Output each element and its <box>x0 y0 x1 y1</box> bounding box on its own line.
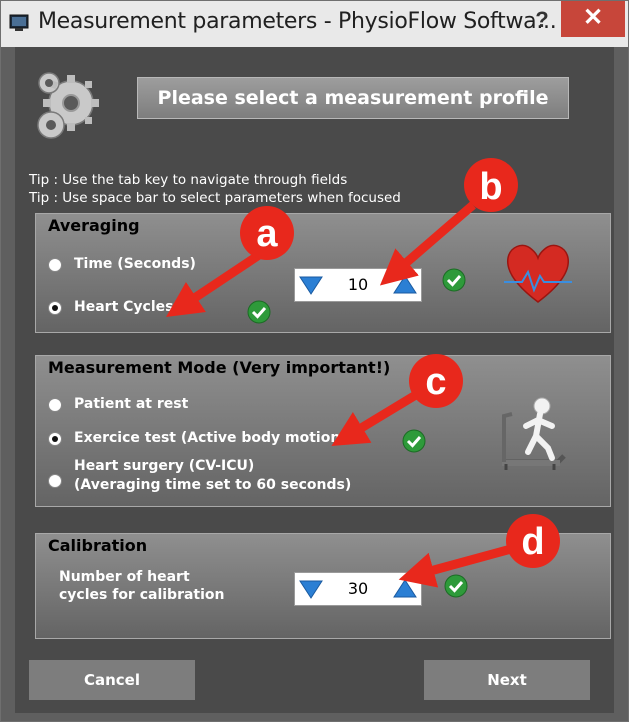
radio-patient-at-rest[interactable] <box>48 398 62 412</box>
radio-time-seconds-label[interactable]: Time (Seconds) <box>74 255 196 274</box>
calibration-cycles-spinner[interactable]: 30 <box>294 572 422 606</box>
tip-space-bar: Tip : Use space bar to select parameters… <box>29 190 401 206</box>
window-title: Measurement parameters - PhysioFlow Soft… <box>38 9 557 34</box>
measurement-mode-title: Measurement Mode (Very important!) <box>48 358 391 377</box>
averaging-title: Averaging <box>48 216 140 235</box>
averaging-cycles-value[interactable]: 10 <box>327 269 389 301</box>
check-calibration-icon <box>444 574 468 598</box>
radio-patient-at-rest-label[interactable]: Patient at rest <box>74 395 188 414</box>
decrement-arrow-icon[interactable] <box>299 579 323 599</box>
app-icon <box>9 14 29 31</box>
radio-heart-cycles[interactable] <box>48 301 62 315</box>
calibration-label-line2: cycles for calibration <box>59 587 225 603</box>
radio-heart-surgery-label[interactable]: Heart surgery (CV-ICU) <box>74 457 254 476</box>
calibration-label-line1: Number of heart <box>59 569 190 585</box>
increment-arrow-icon[interactable] <box>393 579 417 599</box>
increment-arrow-icon[interactable] <box>393 275 417 295</box>
help-button[interactable]: ? <box>529 5 555 35</box>
radio-exercise-test-label[interactable]: Exercice test (Active body motion) <box>74 429 347 448</box>
cancel-button[interactable]: Cancel <box>29 660 195 700</box>
decrement-arrow-icon[interactable] <box>299 275 323 295</box>
measurement-mode-panel: Measurement Mode (Very important!) Patie… <box>35 355 611 507</box>
dialog-content: Please select a measurement profile Tip … <box>15 47 614 713</box>
check-heart-cycles-icon <box>247 300 271 324</box>
averaging-panel: Averaging Time (Seconds) Heart Cycles 10 <box>35 213 611 333</box>
treadmill-runner-icon <box>502 397 566 470</box>
next-button[interactable]: Next <box>424 660 590 700</box>
select-profile-button[interactable]: Please select a measurement profile <box>137 77 569 119</box>
tip-tab-key: Tip : Use the tab key to navigate throug… <box>29 172 348 188</box>
averaging-cycles-spinner[interactable]: 10 <box>294 268 422 302</box>
radio-heart-cycles-label[interactable]: Heart Cycles <box>74 298 173 317</box>
check-averaging-value-icon <box>442 268 466 292</box>
calibration-title: Calibration <box>48 536 148 555</box>
title-bar: Measurement parameters - PhysioFlow Soft… <box>1 1 628 47</box>
radio-heart-surgery-sublabel[interactable]: (Averaging time set to 60 seconds) <box>74 476 351 495</box>
gears-icon <box>37 72 99 139</box>
heart-icon <box>504 244 572 303</box>
radio-heart-surgery[interactable] <box>48 474 62 488</box>
calibration-cycles-value[interactable]: 30 <box>327 573 389 605</box>
calibration-panel: Calibration Number of heart cycles for c… <box>35 533 611 639</box>
radio-exercise-test[interactable] <box>48 432 62 446</box>
check-exercise-test-icon <box>402 429 426 453</box>
radio-time-seconds[interactable] <box>48 258 62 272</box>
close-button[interactable]: ✕ <box>561 1 625 37</box>
dialog-window: Measurement parameters - PhysioFlow Soft… <box>0 0 629 722</box>
